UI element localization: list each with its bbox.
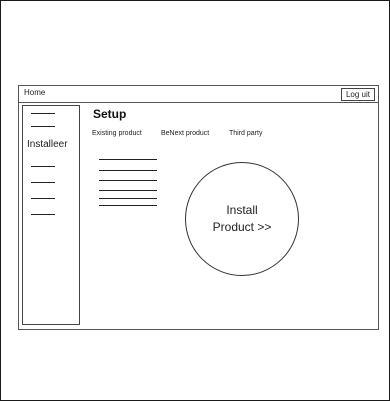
tab-third-party[interactable]: Third party [229,130,262,137]
install-product-button[interactable]: Install Product >> [185,162,299,276]
sidebar-placeholder-item[interactable] [31,126,55,127]
app-window: Home Log uit Installeer Setup Existing p… [18,85,379,330]
top-bar: Home Log uit [19,86,378,103]
list-placeholder-item[interactable] [99,180,157,181]
tab-existing-product[interactable]: Existing product [92,130,142,137]
sidebar-placeholder-item[interactable] [31,182,55,183]
list-placeholder-item[interactable] [99,159,157,160]
tab-benext-product[interactable]: BeNext product [161,130,209,137]
list-placeholder-item[interactable] [99,190,157,191]
sidebar-placeholder-item[interactable] [31,214,55,215]
list-placeholder-item[interactable] [99,170,157,171]
list-placeholder-item[interactable] [99,198,157,199]
logout-button[interactable]: Log uit [340,88,375,101]
sidebar: Installeer [22,105,80,325]
home-link[interactable]: Home [24,88,45,97]
sidebar-placeholder-item[interactable] [31,113,55,114]
install-product-label: Install Product >> [212,203,272,234]
list-placeholder-item[interactable] [99,205,157,206]
sidebar-item-installeer[interactable]: Installeer [27,139,68,150]
page-title: Setup [93,107,127,121]
sidebar-placeholder-item[interactable] [31,166,55,167]
sidebar-placeholder-item[interactable] [31,198,55,199]
